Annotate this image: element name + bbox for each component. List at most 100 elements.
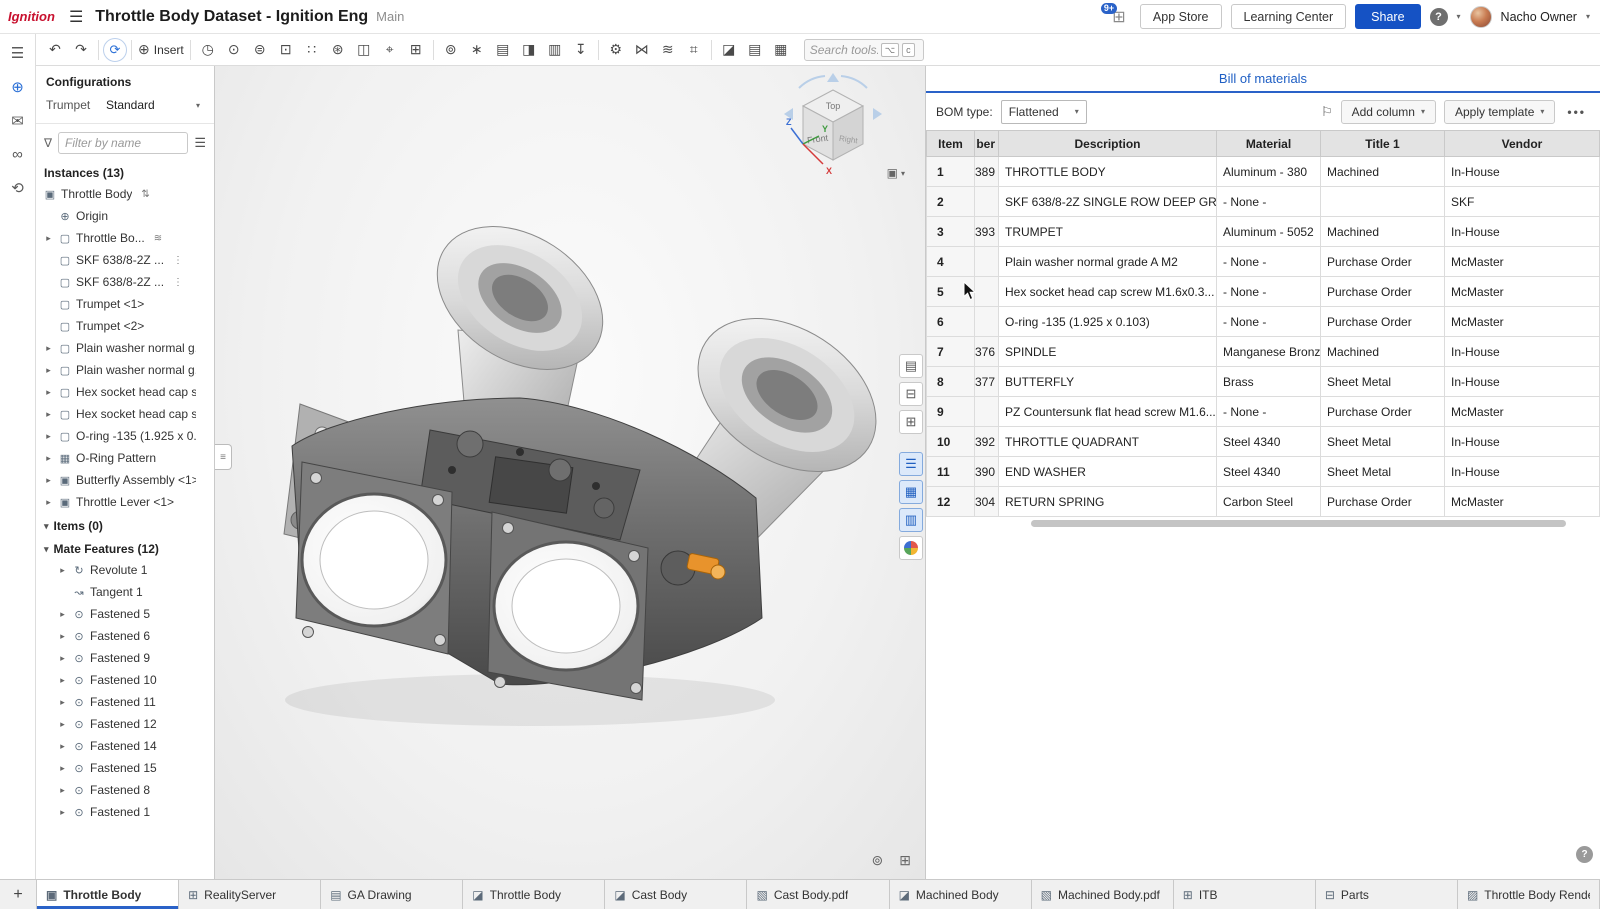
chevron-right-icon[interactable]: ▸ [43,431,54,442]
bom-column-header[interactable]: ber [975,131,999,157]
section-view-icon[interactable]: ◪ [716,38,742,62]
tree-item[interactable]: ▸▢Plain washer normal g... [36,337,214,359]
bom-cell-item[interactable]: 8 [927,367,975,397]
tree-item[interactable]: ▸⊙Fastened 10 [36,669,214,691]
search-tools-box[interactable]: ⌥ c [804,39,924,61]
user-menu-caret-icon[interactable]: ▾ [1586,12,1590,21]
chevron-right-icon[interactable]: ▸ [57,631,68,642]
bom-cell-vendor[interactable]: McMaster [1445,487,1600,517]
bom-cell-vendor[interactable]: In-House [1445,217,1600,247]
help-caret-icon[interactable]: ▾ [1457,12,1461,21]
help-icon[interactable]: ? [1430,8,1448,26]
chevron-right-icon[interactable]: ▸ [57,719,68,730]
chevron-right-icon[interactable]: ▸ [57,653,68,664]
redo-icon[interactable]: ↷ [68,38,94,62]
copies-panel-icon[interactable]: ⊞ [899,410,923,434]
bom-cell-title1[interactable] [1321,187,1445,217]
chevron-right-icon[interactable]: ▸ [57,675,68,686]
bom-horizontal-scrollbar[interactable] [926,520,1600,532]
bom-column-header[interactable]: Material [1217,131,1321,157]
bom-cell-vendor[interactable]: McMaster [1445,277,1600,307]
update-document-icon[interactable]: ⟳ [103,38,127,62]
bom-cell-material[interactable]: Steel 4340 [1217,427,1321,457]
bom-cell-title1[interactable]: Sheet Metal [1321,427,1445,457]
belt-relation-icon[interactable]: ⋈ [629,38,655,62]
bom-cell-number[interactable] [975,247,999,277]
bom-cell-material[interactable]: Aluminum - 380 [1217,157,1321,187]
fastened-mate-icon[interactable]: ⊡ [273,38,299,62]
tree-item[interactable]: ▸▣Throttle Lever <1> [36,491,214,513]
bom-cell-title1[interactable]: Machined [1321,337,1445,367]
share-button[interactable]: Share [1355,4,1420,29]
bom-cell-description[interactable]: BUTTERFLY [999,367,1217,397]
named-positions-icon[interactable]: ▤ [490,38,516,62]
rotate-right-arrow-icon[interactable] [873,108,882,120]
bom-cell-title1[interactable]: Machined [1321,157,1445,187]
bom-cell-description[interactable]: Hex socket head cap screw M1.6x0.3... [999,277,1217,307]
document-tab[interactable]: ◪Machined Body [890,880,1032,909]
bom-cell-description[interactable]: SKF 638/8-2Z SINGLE ROW DEEP GR... [999,187,1217,217]
view-options-dropdown[interactable]: ▣ ▾ [887,166,905,180]
filter-by-name-input[interactable] [58,132,188,154]
chevron-right-icon[interactable]: ▸ [43,365,54,376]
bom-cell-item[interactable]: 4 [927,247,975,277]
tree-item[interactable]: ▢SKF 638/8-2Z ...⋮ [36,249,214,271]
bom-cell-description[interactable]: THROTTLE BODY [999,157,1217,187]
bom-cell-vendor[interactable]: McMaster [1445,397,1600,427]
bom-cell-number[interactable]: 304 [975,487,999,517]
document-tab[interactable]: ◪Throttle Body [463,880,605,909]
revolute-mate-icon[interactable]: ◷ [195,38,221,62]
apply-template-button[interactable]: Apply template ▾ [1444,100,1555,124]
tree-item[interactable]: ▸▢Throttle Bo...≋ [36,227,214,249]
bom-overflow-menu[interactable]: ••• [1563,105,1590,119]
app-store-button[interactable]: App Store [1140,4,1222,29]
bom-column-header[interactable]: Vendor [1445,131,1600,157]
tree-item[interactable]: ▸▣Butterfly Assembly <1> [36,469,214,491]
measure-icon[interactable]: ⌗ [681,38,707,62]
document-tab[interactable]: ⊟Parts [1316,880,1458,909]
bom-cell-title1[interactable]: Purchase Order [1321,487,1445,517]
bom-cell-vendor[interactable]: In-House [1445,337,1600,367]
create-version-icon[interactable]: ⊕ [11,78,24,96]
chevron-right-icon[interactable]: ▸ [43,409,54,420]
sheet-icon[interactable]: ▥ [542,38,568,62]
chevron-right-icon[interactable]: ▸ [43,497,54,508]
tree-item[interactable]: ▸▢Hex socket head cap s... [36,381,214,403]
new-tab-button[interactable]: + [0,880,37,909]
bom-cell-material[interactable]: Manganese Bronze [1217,337,1321,367]
versions-panel-icon[interactable]: ▥ [899,508,923,532]
bom-cell-item[interactable]: 3 [927,217,975,247]
bom-flag-icon[interactable]: ⚐ [1321,104,1333,120]
bom-cell-vendor[interactable]: SKF [1445,187,1600,217]
bom-cell-description[interactable]: O-ring -135 (1.925 x 0.103) [999,307,1217,337]
bom-cell-item[interactable]: 1 [927,157,975,187]
bom-cell-vendor[interactable]: In-House [1445,367,1600,397]
bom-cell-title1[interactable]: Purchase Order [1321,397,1445,427]
main-menu-icon[interactable]: ☰ [69,7,83,27]
bom-cell-title1[interactable]: Purchase Order [1321,307,1445,337]
gear-relation-icon[interactable]: ⚙ [603,38,629,62]
config-value-dropdown[interactable]: Standard ▾ [102,96,204,114]
list-view-icon[interactable]: ☰ [194,135,206,151]
tree-item[interactable]: ▸⊙Fastened 12 [36,713,214,735]
undo-icon[interactable]: ↶ [42,38,68,62]
tree-item[interactable]: ▸⊙Fastened 6 [36,625,214,647]
chevron-right-icon[interactable]: ▸ [57,609,68,620]
workspace-label[interactable]: Main [376,9,404,24]
chevron-right-icon[interactable]: ▸ [57,807,68,818]
chevron-right-icon[interactable]: ▸ [57,785,68,796]
document-tab[interactable]: ▨Throttle Body Renderin... [1458,880,1600,909]
bom-column-header[interactable]: Item [927,131,975,157]
bom-cell-item[interactable]: 5 [927,277,975,307]
bom-cell-description[interactable]: THROTTLE QUADRANT [999,427,1217,457]
document-tab[interactable]: ▤GA Drawing [321,880,463,909]
bom-cell-title1[interactable]: Machined [1321,217,1445,247]
rotate-up-arrow-icon[interactable] [827,73,839,82]
bom-cell-number[interactable] [975,187,999,217]
bom-tool-icon[interactable]: ▦ [768,38,794,62]
bom-scrollbar-thumb[interactable] [1031,520,1566,527]
chevron-right-icon[interactable]: ▸ [57,565,68,576]
structure-tree-icon[interactable]: ☰ [11,44,24,62]
bom-cell-material[interactable]: Brass [1217,367,1321,397]
bom-cell-material[interactable]: Carbon Steel [1217,487,1321,517]
